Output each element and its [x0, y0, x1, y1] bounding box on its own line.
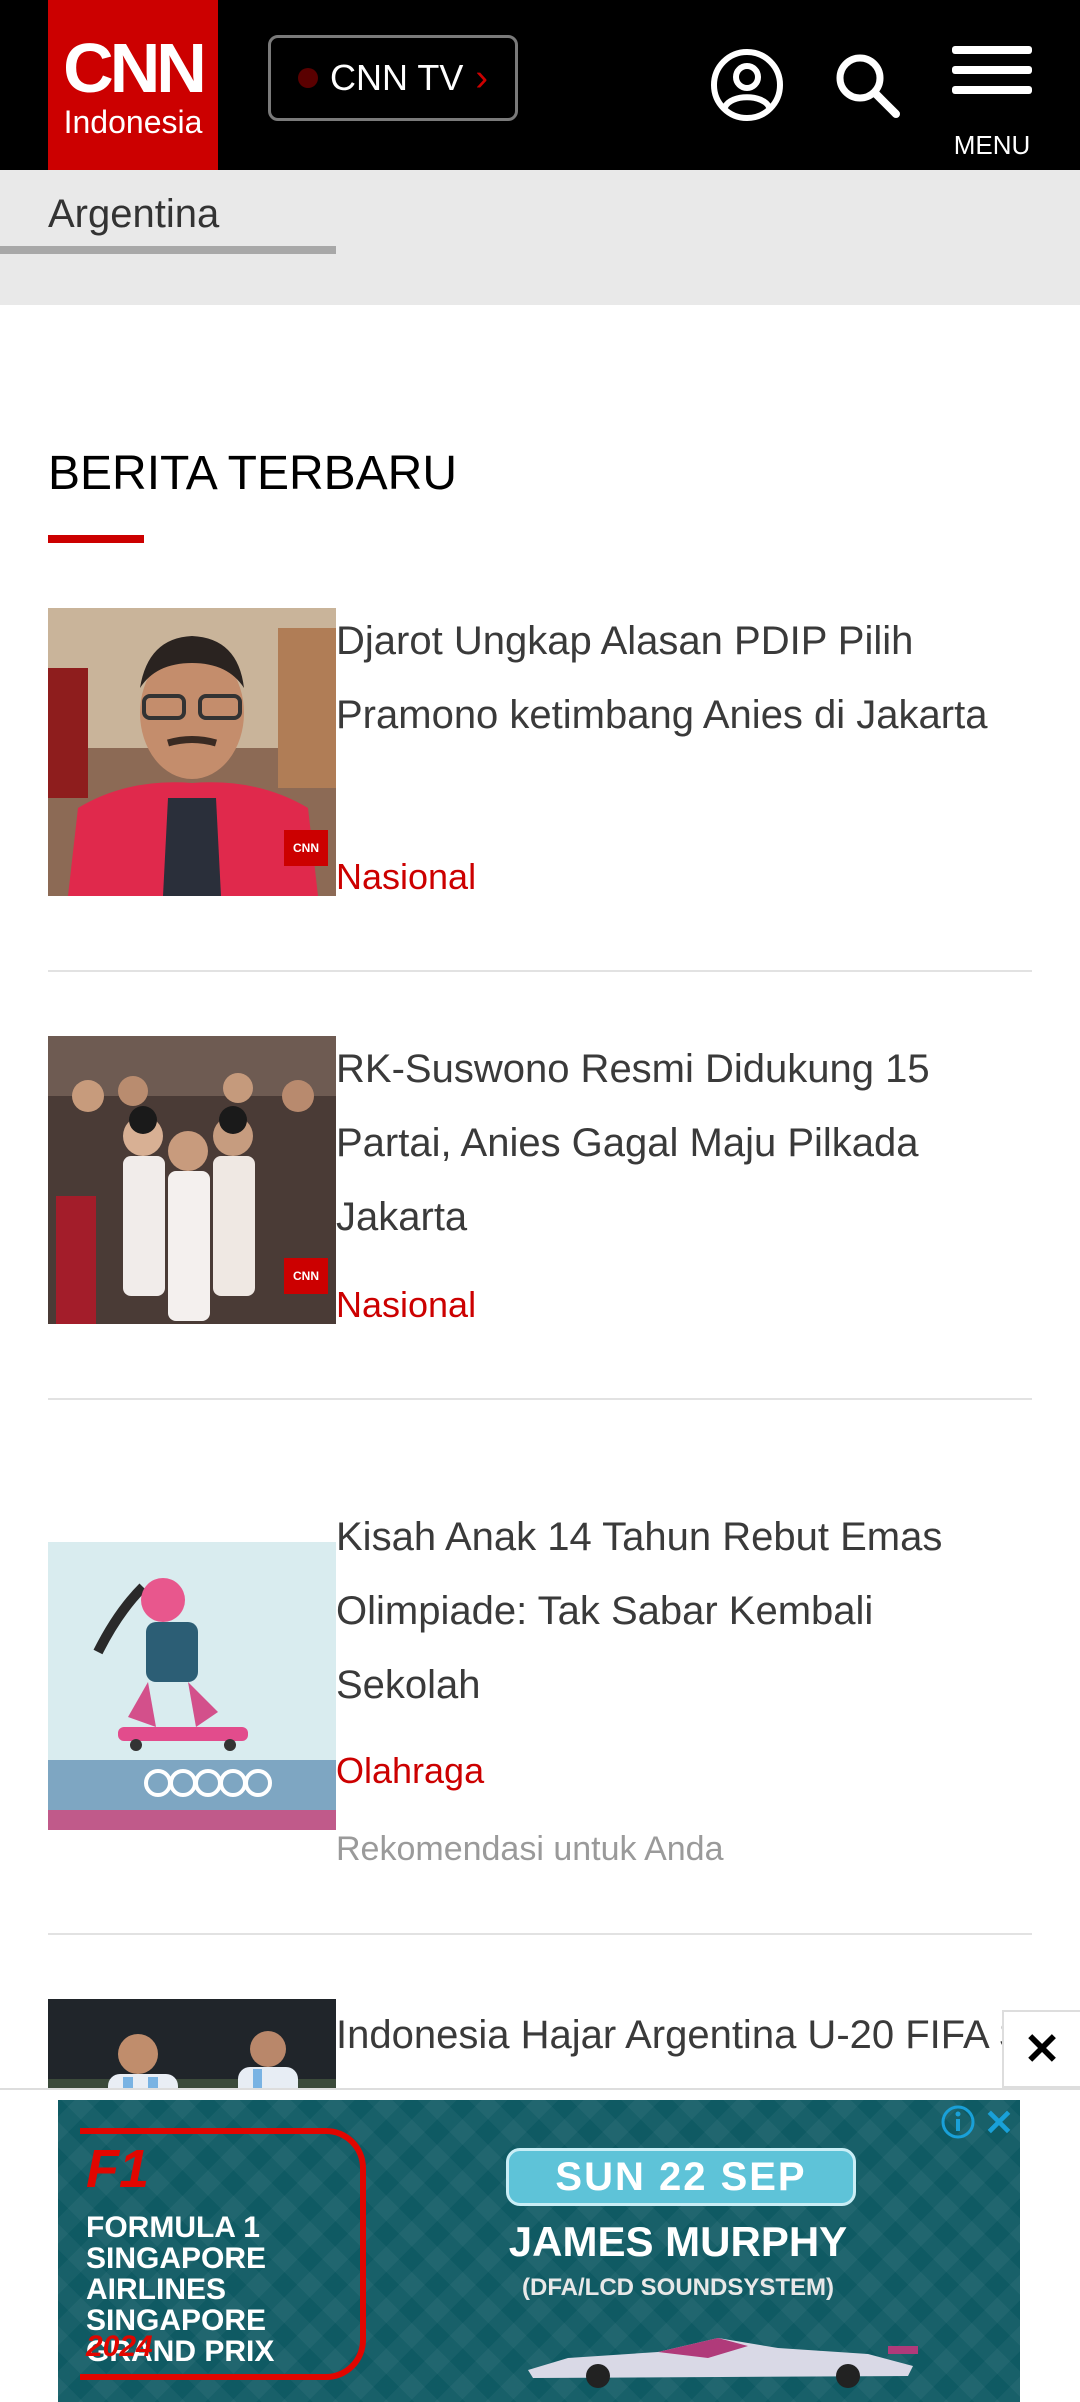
tag-bar: Argentina — [0, 170, 1080, 305]
cnn-tv-label: CNN TV — [329, 57, 464, 98]
hamburger-icon — [952, 46, 1032, 94]
article-headline[interactable]: Djarot Ungkap Alasan PDIP Pilih Pramono … — [336, 604, 1026, 752]
tag-underline — [0, 246, 336, 254]
logo-sub-text: Indonesia — [63, 104, 203, 140]
article-divider — [48, 1398, 1032, 1400]
section-title: BERITA TERBARU — [48, 447, 457, 500]
article-headline[interactable]: RK-Suswono Resmi Didukung 15 Partai, Ani… — [336, 1032, 1026, 1254]
search-icon[interactable] — [832, 50, 904, 122]
tag-argentina[interactable]: Argentina — [48, 192, 219, 237]
chevron-right-icon: › — [475, 56, 488, 99]
article-thumbnail[interactable]: CNN — [48, 1036, 336, 1324]
user-account-icon[interactable] — [708, 46, 786, 124]
ad-year: 2024 — [86, 2330, 153, 2363]
live-dot-icon — [297, 68, 318, 88]
article-thumbnail[interactable]: CNN — [48, 608, 336, 896]
sticky-ad-container: F1 FORMULA 1 SINGAPORE AIRLINES SINGAPOR… — [0, 2088, 1080, 2402]
f1-singapore-ad-banner[interactable]: F1 FORMULA 1 SINGAPORE AIRLINES SINGAPOR… — [58, 2100, 1020, 2402]
cnn-indonesia-logo[interactable]: CNN Indonesia — [48, 0, 218, 170]
top-header: CNN Indonesia CNN TV › MENU — [0, 0, 1080, 170]
article-category[interactable]: Nasional — [336, 856, 476, 898]
close-ad-button[interactable]: ✕ — [1002, 2010, 1080, 2088]
menu-button[interactable]: MENU — [948, 38, 1036, 160]
ad-band: (DFA/LCD SOUNDSYSTEM) — [522, 2274, 834, 2301]
article-category[interactable]: Olahraga — [336, 1750, 484, 1792]
article-divider — [48, 1933, 1032, 1935]
article-category[interactable]: Nasional — [336, 1284, 476, 1326]
race-car-icon — [528, 2338, 918, 2388]
recommendation-note: Rekomendasi untuk Anda — [336, 1830, 724, 1868]
logo-main-text: CNN — [63, 29, 207, 107]
ad-artist: JAMES MURPHY — [508, 2218, 848, 2265]
ad-info-icon[interactable] — [940, 2104, 976, 2140]
ad-close-icon[interactable]: ✕ — [984, 2102, 1014, 2144]
f1-logo: F1 — [86, 2139, 150, 2199]
cnn-watermark-icon: CNN — [284, 1258, 328, 1294]
ad-date-badge: SUN 22 SEP — [506, 2148, 856, 2206]
article-divider — [48, 970, 1032, 972]
article-headline[interactable]: Kisah Anak 14 Tahun Rebut Emas Olimpiade… — [336, 1500, 1026, 1722]
cnn-tv-button[interactable]: CNN TV › — [268, 35, 518, 121]
menu-label: MENU — [953, 130, 1031, 160]
article-thumbnail[interactable] — [48, 1542, 336, 1830]
section-title-rule — [48, 535, 144, 543]
article-headline[interactable]: Indonesia Hajar Argentina U-20 FIFA Sing… — [336, 1998, 1004, 2072]
cnn-watermark-icon: CNN — [284, 830, 328, 866]
